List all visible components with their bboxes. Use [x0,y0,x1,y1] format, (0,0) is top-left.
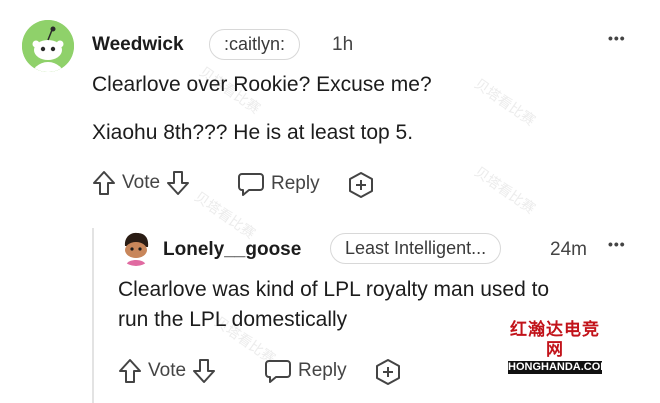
user-flair: Least Intelligent... [330,233,502,264]
reply-icon [237,171,265,197]
site-badge-chinese: 红瀚达电竞网 [510,320,600,360]
reply-button[interactable]: Reply [237,171,320,197]
upvote-icon[interactable] [92,170,116,196]
reply-label: Reply [298,360,347,381]
award-icon [374,358,402,386]
site-badge-domain: HONGHANDA.COM [508,361,610,374]
vote-label: Vote [122,172,161,193]
award-button[interactable] [374,358,402,386]
downvote-icon[interactable] [166,170,190,196]
comment-body: Clearlove was kind of LPL royalty man us… [118,278,550,301]
more-options-button[interactable]: ••• [608,236,626,252]
vote-group: Vote [118,358,216,384]
snoo-avatar-icon [118,230,154,266]
watermark: 贝塔看比赛 [471,75,539,129]
downvote-icon[interactable] [192,358,216,384]
comment-body: Clearlove over Rookie? Excuse me? [92,73,432,96]
award-icon [347,171,375,199]
reply-icon [264,358,292,384]
site-watermark-badge: 红瀚达电竞网 HONGHANDA.COM [508,320,610,374]
upvote-icon[interactable] [118,358,142,384]
snoo-avatar-icon [22,20,74,72]
timestamp: 24m [550,239,587,260]
avatar[interactable] [22,20,74,72]
avatar[interactable] [118,230,154,266]
timestamp: 1h [332,34,354,55]
reply-label: Reply [271,173,320,194]
more-options-button[interactable]: ••• [608,30,626,46]
username[interactable]: Lonely__goose [163,239,301,261]
username[interactable]: Weedwick [92,34,184,56]
watermark: 贝塔看比赛 [471,163,539,217]
comment-body: run the LPL domestically [118,308,348,331]
user-flair: :caitlyn: [209,29,301,60]
award-button[interactable] [347,171,375,199]
vote-group: Vote [92,170,190,196]
reply-button[interactable]: Reply [264,358,347,384]
vote-label: Vote [148,360,187,381]
comment-body: Xiaohu 8th??? He is at least top 5. [92,121,414,144]
thread-line[interactable] [92,228,94,403]
